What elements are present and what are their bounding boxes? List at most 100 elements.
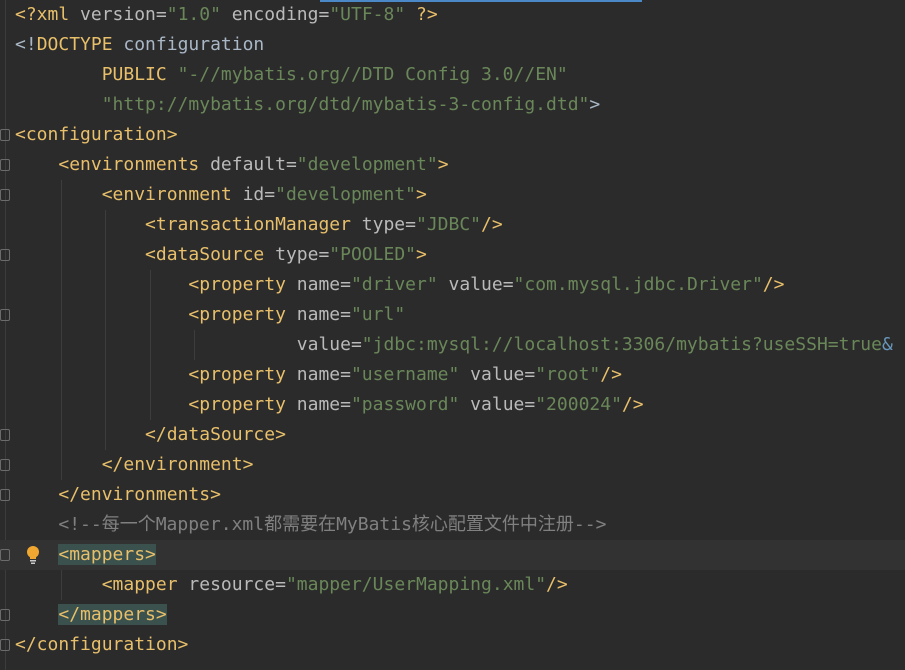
fold-marker-icon[interactable] bbox=[0, 159, 10, 171]
code-token: "driver" bbox=[350, 274, 438, 295]
code-token: encoding bbox=[220, 4, 319, 25]
code-token: > bbox=[416, 244, 427, 265]
code-line[interactable]: PUBLIC "-//mybatis.org//DTD Config 3.0//… bbox=[0, 60, 905, 90]
code-token: = bbox=[340, 274, 351, 295]
fold-marker-icon[interactable] bbox=[0, 459, 10, 471]
code-line[interactable]: <?xml version="1.0" encoding="UTF-8" ?> bbox=[0, 0, 905, 30]
code-token: "POOLED" bbox=[329, 244, 416, 265]
code-line[interactable]: <!--每一个Mapper.xml都需要在MyBatis核心配置文件中注册--> bbox=[0, 510, 905, 540]
code-line[interactable]: <environment id="development"> bbox=[0, 180, 905, 210]
code-editor[interactable]: <?xml version="1.0" encoding="UTF-8" ?> <… bbox=[0, 0, 905, 660]
code-token: name bbox=[285, 304, 341, 325]
code-token: = bbox=[275, 574, 286, 595]
code-line[interactable]: "http://mybatis.org/dtd/mybatis-3-config… bbox=[0, 90, 905, 120]
fold-marker-icon[interactable] bbox=[0, 189, 10, 201]
fold-marker-icon[interactable] bbox=[0, 249, 10, 261]
code-line[interactable]: <property name="url" bbox=[0, 300, 905, 330]
code-token: </configuration> bbox=[15, 634, 189, 655]
code-token: "url" bbox=[350, 304, 406, 325]
code-token: = bbox=[405, 214, 416, 235]
code-line[interactable]: </environment> bbox=[0, 450, 905, 480]
fold-marker-icon[interactable] bbox=[0, 549, 10, 561]
code-token: "1.0" bbox=[166, 4, 221, 25]
code-line[interactable]: <configuration> bbox=[0, 120, 905, 150]
fold-marker-icon[interactable] bbox=[0, 429, 10, 441]
code-token: version bbox=[80, 4, 156, 25]
code-line[interactable]: value="jdbc:mysql://localhost:3306/mybat… bbox=[0, 330, 905, 360]
code-line[interactable]: <!DOCTYPE configuration bbox=[0, 30, 905, 60]
code-token: <property bbox=[188, 364, 286, 385]
fold-marker-icon[interactable] bbox=[0, 129, 10, 141]
code-token: = bbox=[155, 4, 167, 25]
code-token: = bbox=[340, 304, 351, 325]
lightbulb-icon[interactable] bbox=[26, 545, 40, 565]
code-token: <property bbox=[188, 394, 286, 415]
code-token: > bbox=[416, 184, 427, 205]
code-token: ?> bbox=[405, 4, 438, 25]
code-token: name bbox=[285, 274, 341, 295]
code-token: = bbox=[318, 4, 330, 25]
code-token: "mapper/UserMapping.xml" bbox=[285, 574, 547, 595]
code-line[interactable]: </environments> bbox=[0, 480, 905, 510]
code-line[interactable]: <environments default="development"> bbox=[0, 150, 905, 180]
code-token: = bbox=[502, 274, 514, 295]
code-token: "UTF-8" bbox=[329, 4, 406, 25]
code-token: = bbox=[285, 154, 297, 175]
code-token: & bbox=[881, 334, 893, 355]
code-line[interactable]: <property name="password" value="200024"… bbox=[0, 390, 905, 420]
code-token: /> bbox=[546, 574, 568, 595]
code-token: "200024" bbox=[535, 394, 622, 415]
code-token: /> bbox=[600, 364, 622, 385]
code-token: "jdbc:mysql://localhost:3306/mybatis?use… bbox=[361, 334, 882, 355]
code-token: "development" bbox=[296, 154, 438, 175]
code-token: configuration bbox=[112, 34, 265, 55]
fold-marker-icon[interactable] bbox=[0, 309, 10, 321]
code-line[interactable]: <property name="username" value="root"/> bbox=[0, 360, 905, 390]
fold-marker-icon[interactable] bbox=[0, 609, 10, 621]
code-line[interactable]: <dataSource type="POOLED"> bbox=[0, 240, 905, 270]
code-token: DOCTYPE bbox=[36, 34, 113, 55]
code-token: id bbox=[231, 184, 265, 205]
code-token: <?xml bbox=[15, 4, 81, 25]
code-token: value bbox=[459, 364, 525, 385]
code-line[interactable]: </configuration> bbox=[0, 630, 905, 660]
code-line[interactable]: <mappers> bbox=[0, 540, 905, 570]
code-token: <mappers> bbox=[58, 544, 156, 565]
code-line[interactable]: <mapper resource="mapper/UserMapping.xml… bbox=[0, 570, 905, 600]
code-token: <! bbox=[15, 34, 37, 55]
code-line[interactable]: </mappers> bbox=[0, 600, 905, 630]
code-token: "password" bbox=[350, 394, 460, 415]
code-token: name bbox=[285, 394, 341, 415]
code-token: = bbox=[340, 394, 351, 415]
code-token: "com.mysql.jdbc.Driver" bbox=[513, 274, 763, 295]
code-token: resource bbox=[177, 574, 276, 595]
code-line[interactable]: <transactionManager type="JDBC"/> bbox=[0, 210, 905, 240]
code-token: <environment bbox=[101, 184, 232, 205]
code-token: > bbox=[589, 94, 601, 115]
code-token: default bbox=[199, 154, 286, 175]
code-token: type bbox=[264, 244, 319, 265]
code-token: = bbox=[524, 394, 536, 415]
code-token: PUBLIC bbox=[101, 64, 167, 85]
code-token: "JDBC" bbox=[415, 214, 482, 235]
code-line[interactable]: <property name="driver" value="com.mysql… bbox=[0, 270, 905, 300]
fold-marker-icon[interactable] bbox=[0, 489, 10, 501]
code-token: type bbox=[350, 214, 406, 235]
code-token: <configuration> bbox=[15, 124, 178, 145]
code-token: "username" bbox=[350, 364, 460, 385]
code-token: </mappers> bbox=[58, 604, 167, 625]
fold-marker-icon[interactable] bbox=[0, 639, 10, 651]
code-line[interactable]: </dataSource> bbox=[0, 420, 905, 450]
